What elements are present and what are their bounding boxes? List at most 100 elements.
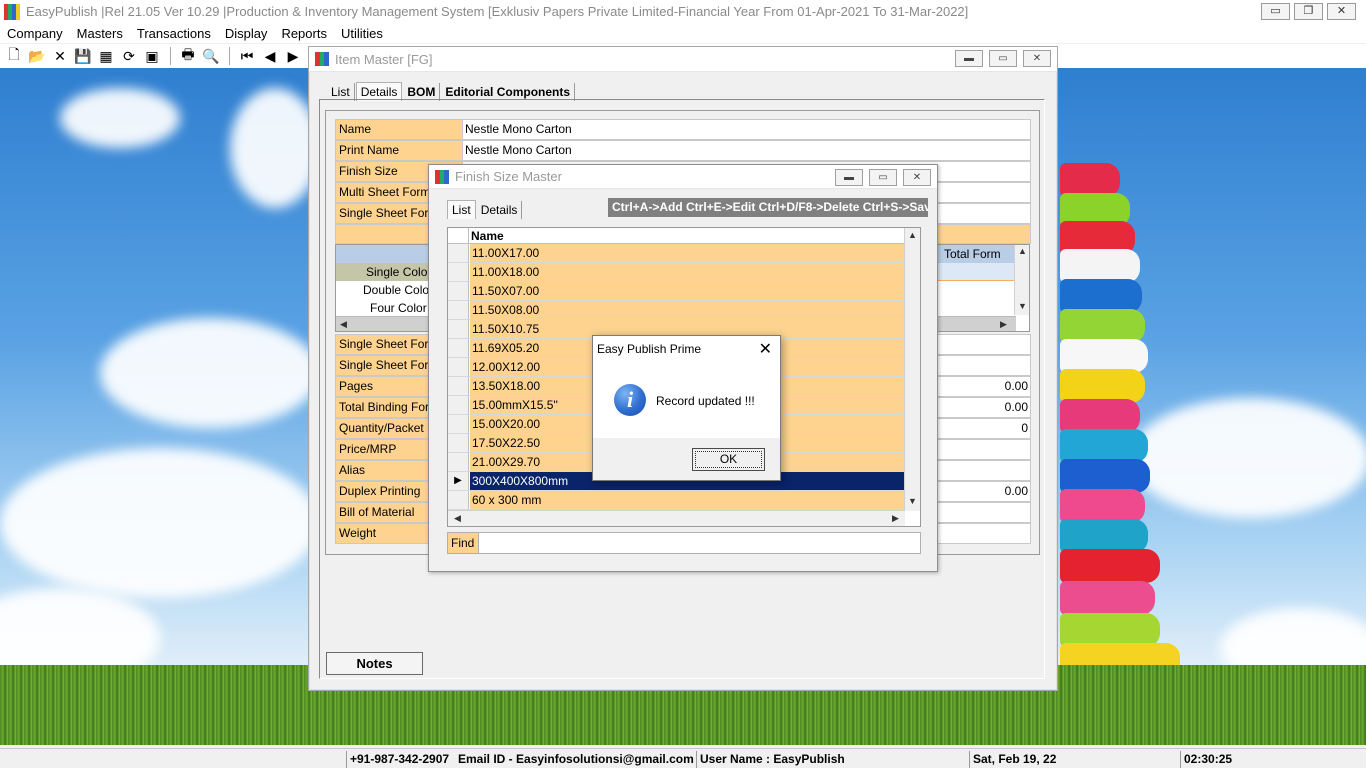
window-icon: [315, 52, 330, 66]
row-selector[interactable]: [448, 434, 469, 452]
table-row[interactable]: 11.00X17.00: [448, 244, 905, 263]
app-logo-icon: [4, 3, 20, 20]
table-row[interactable]: 60 x 300 mm: [448, 491, 905, 510]
first-record-icon[interactable]: ⏮: [236, 46, 258, 66]
menu-transactions[interactable]: Transactions: [130, 26, 218, 41]
ok-button[interactable]: OK: [692, 448, 765, 471]
previous-record-icon[interactable]: ◀: [259, 46, 281, 66]
grid-row-four-color[interactable]: Four Color: [336, 299, 428, 317]
row-selector[interactable]: [448, 453, 469, 471]
row-selector[interactable]: [448, 301, 469, 319]
print-icon[interactable]: 🖶: [177, 46, 199, 66]
menu-company[interactable]: Company: [0, 26, 70, 41]
refresh-icon[interactable]: ⟳: [118, 46, 140, 66]
tab-list[interactable]: List: [447, 200, 476, 219]
status-phone: +91-987-342-2907: [346, 751, 450, 768]
find-label: Find: [447, 532, 479, 554]
grid-horizontal-scrollbar[interactable]: ◀ ▶: [448, 510, 905, 526]
menu-bar: Company Masters Transactions Display Rep…: [0, 23, 1366, 43]
row-selector[interactable]: [448, 396, 469, 414]
new-icon[interactable]: 🗋: [3, 46, 25, 66]
status-empty-cell: [0, 751, 345, 768]
row-selector[interactable]: [448, 358, 469, 376]
total-form-header: Total Form: [944, 247, 1001, 261]
table-row[interactable]: 11.50X08.00: [448, 301, 905, 320]
name-column-header[interactable]: Name: [471, 229, 504, 243]
maximize-button[interactable]: ▭: [989, 50, 1017, 67]
shortcut-hint-bar: Ctrl+A->Add Ctrl+E->Edit Ctrl+D/F8->Dele…: [608, 198, 928, 217]
finish-size-name-cell[interactable]: 11.00X17.00: [470, 244, 905, 262]
app-title: EasyPublish |Rel 21.05 Ver 10.29 |Produc…: [26, 4, 969, 19]
finish-size-name-cell[interactable]: 60 x 300 mm: [470, 491, 905, 509]
dialog-message: Record updated !!!: [656, 394, 755, 408]
dialog-footer: OK: [593, 438, 780, 480]
item-master-title: Item Master [FG]: [335, 51, 433, 67]
grid-vertical-scrollbar[interactable]: ▲ ▼: [904, 228, 920, 511]
finish-size-name-cell[interactable]: 11.00X18.00: [470, 263, 905, 281]
cloud: [60, 88, 180, 148]
minimize-button[interactable]: ▬: [955, 50, 983, 67]
finish-size-title: Finish Size Master: [455, 169, 562, 184]
notes-button[interactable]: Notes: [326, 652, 423, 675]
table-row[interactable]: 11.50X07.00: [448, 282, 905, 301]
toolbar-separator: [229, 47, 230, 65]
close-button[interactable]: ✕: [1327, 3, 1356, 20]
print-name-input[interactable]: Nestle Mono Carton: [463, 140, 1031, 161]
app-title-bar: EasyPublish |Rel 21.05 Ver 10.29 |Produc…: [0, 0, 1366, 23]
cloud: [0, 448, 320, 598]
row-selector[interactable]: [448, 339, 469, 357]
next-record-icon[interactable]: ▶: [282, 46, 304, 66]
row-pointer-icon[interactable]: ▶: [448, 472, 469, 490]
finish-size-title-bar: Finish Size Master ▬ ▭ ✕: [429, 165, 937, 189]
field-label-print-name: Print Name: [335, 140, 463, 161]
export-icon[interactable]: ▦: [95, 46, 117, 66]
message-dialog: Easy Publish Prime ✕ i Record updated !!…: [592, 335, 781, 481]
cloud: [100, 318, 320, 428]
status-time: 02:30:25: [1180, 751, 1366, 768]
close-icon[interactable]: ✕: [759, 339, 772, 359]
row-selector[interactable]: [448, 244, 469, 262]
restore-button[interactable]: ❐: [1294, 3, 1323, 20]
item-master-title-bar: Item Master [FG] ▬ ▭ ✕: [309, 47, 1057, 72]
grid-vertical-scrollbar[interactable]: ▲ ▼: [1014, 245, 1029, 315]
close-button[interactable]: ✕: [903, 169, 931, 186]
status-date: Sat, Feb 19, 22: [969, 751, 1179, 768]
row-selector[interactable]: [448, 263, 469, 281]
grid-row-double-color[interactable]: Double Color: [336, 281, 428, 299]
status-user: User Name : EasyPublish: [696, 751, 968, 768]
menu-display[interactable]: Display: [218, 26, 275, 41]
save-icon[interactable]: 💾: [72, 46, 94, 66]
row-selector[interactable]: [448, 282, 469, 300]
close-button[interactable]: ✕: [1023, 50, 1051, 67]
tab-details[interactable]: Details: [477, 201, 523, 219]
row-selector[interactable]: [448, 377, 469, 395]
minimize-button[interactable]: ▬: [835, 169, 863, 186]
row-selector[interactable]: [448, 415, 469, 433]
finish-size-name-cell[interactable]: 11.50X07.00: [470, 282, 905, 300]
info-icon: i: [614, 384, 646, 416]
find-row: Find: [447, 532, 921, 554]
name-input[interactable]: Nestle Mono Carton: [463, 119, 1031, 140]
cloud: [230, 88, 320, 208]
grid-header: Name: [448, 228, 905, 244]
grid-row-single-color[interactable]: Single Color: [336, 263, 428, 281]
field-label-name: Name: [335, 119, 463, 140]
menu-reports[interactable]: Reports: [274, 26, 334, 41]
finish-size-name-cell[interactable]: 11.50X08.00: [470, 301, 905, 319]
delete-icon[interactable]: ✕: [49, 46, 71, 66]
dialog-title: Easy Publish Prime: [597, 342, 702, 356]
minimize-button[interactable]: ▭: [1261, 3, 1290, 20]
find-input[interactable]: [479, 532, 921, 554]
menu-masters[interactable]: Masters: [70, 26, 130, 41]
window-icon: [435, 169, 450, 184]
row-selector[interactable]: [448, 320, 469, 338]
menu-utilities[interactable]: Utilities: [334, 26, 390, 41]
toolbar-separator: [170, 47, 171, 65]
row-selector[interactable]: [448, 491, 469, 509]
calculator-icon[interactable]: ▣: [141, 46, 163, 66]
maximize-button[interactable]: ▭: [869, 169, 897, 186]
open-icon[interactable]: 📂: [26, 46, 48, 66]
table-row[interactable]: 11.00X18.00: [448, 263, 905, 282]
print-preview-icon[interactable]: 🔍: [200, 46, 222, 66]
status-email: Email ID - Easyinfosolutionsi@gmail.com: [458, 752, 694, 766]
